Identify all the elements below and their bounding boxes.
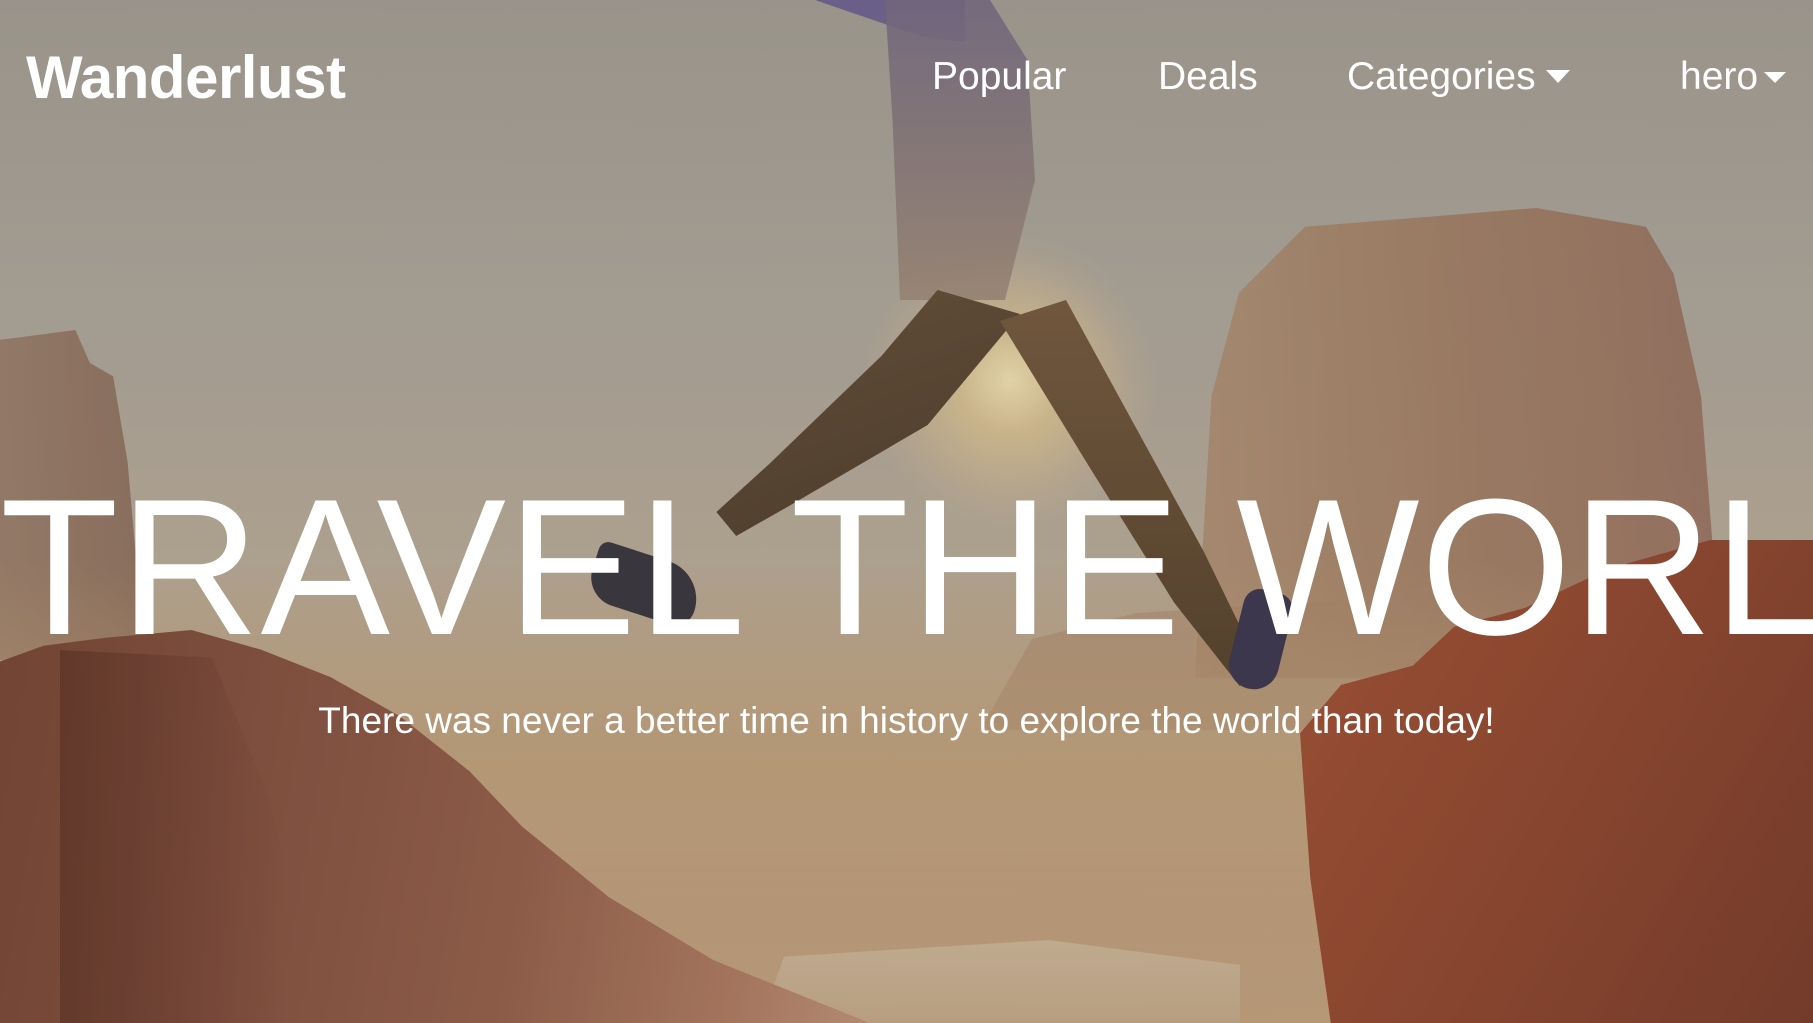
hero-subtitle: There was never a better time in history… [318,700,1495,741]
caret-down-icon [1764,72,1787,83]
caret-down-icon [1545,70,1570,83]
nav-link-deals-label: Deals [1158,55,1258,98]
hero-headline: TRAVEL THE WORLD [0,459,1813,676]
nav-link-deals[interactable]: Deals [1158,52,1258,102]
nav-dropdown-categories[interactable]: Categories [1347,52,1570,102]
nav-dropdown-categories-label: Categories [1347,55,1536,98]
nav-link-popular[interactable]: Popular [932,52,1066,102]
nav-dropdown-hero-label: hero [1680,55,1759,98]
brand-logo[interactable]: Wanderlust [26,42,346,114]
nav-dropdown-hero[interactable]: hero [1680,52,1787,102]
navbar: Wanderlust Popular Deals Categories hero [0,0,1813,156]
hero-section: Wanderlust Popular Deals Categories hero… [0,0,1813,1023]
nav-link-popular-label: Popular [932,55,1067,98]
